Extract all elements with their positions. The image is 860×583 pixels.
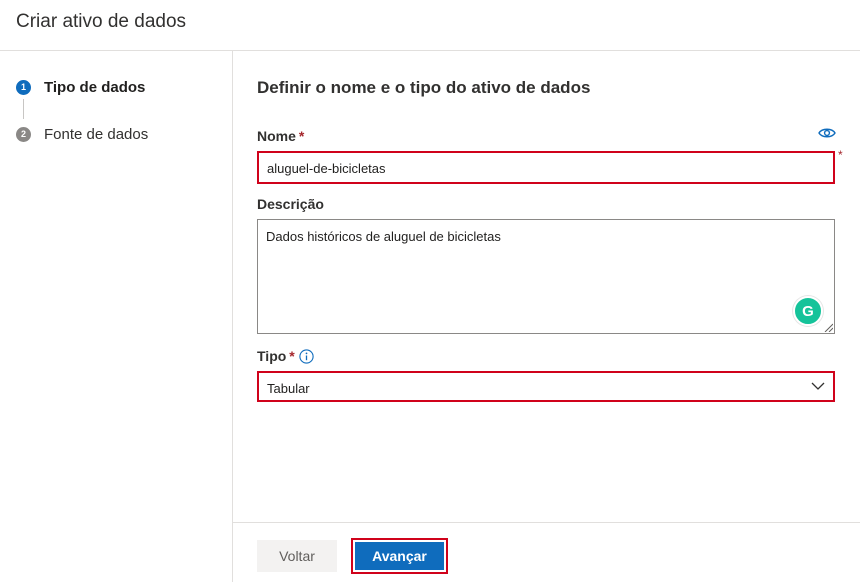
type-label-text: Tipo xyxy=(257,348,287,364)
next-button[interactable]: Avançar xyxy=(355,542,444,570)
next-button-highlight: Avançar xyxy=(351,538,448,574)
name-label-text: Nome xyxy=(257,128,296,144)
step-connector xyxy=(23,99,24,119)
name-input-value: aluguel-de-bicicletas xyxy=(267,161,386,176)
step-tipo-de-dados[interactable]: 1 Tipo de dados xyxy=(16,76,145,98)
step-fonte-de-dados[interactable]: 2 Fonte de dados xyxy=(16,123,148,145)
back-button[interactable]: Voltar xyxy=(257,540,337,572)
name-input[interactable]: aluguel-de-bicicletas xyxy=(257,151,835,184)
dialog-title: Criar ativo de dados xyxy=(16,11,187,32)
wizard-steps: 1 Tipo de dados 2 Fonte de dados xyxy=(0,51,233,582)
description-label: Descrição xyxy=(257,196,324,212)
required-mark: * xyxy=(838,148,843,162)
step-label: Tipo de dados xyxy=(44,78,146,96)
step-number-badge: 2 xyxy=(16,126,31,142)
dialog-header: Criar ativo de dados xyxy=(0,0,860,51)
resize-grip-icon[interactable] xyxy=(823,322,833,332)
name-label: Nome * xyxy=(257,128,304,144)
type-dropdown[interactable]: Tabular xyxy=(257,371,835,402)
step-label: Fonte de dados xyxy=(44,125,149,143)
section-heading: Definir o nome e o tipo do ativo de dado… xyxy=(257,78,591,97)
type-dropdown-value: Tabular xyxy=(267,381,310,396)
step-number-badge: 1 xyxy=(16,79,31,95)
grammarly-icon[interactable]: G xyxy=(793,296,823,326)
eye-icon[interactable] xyxy=(818,126,836,140)
type-label: Tipo * xyxy=(257,348,295,364)
info-icon[interactable] xyxy=(299,349,314,364)
description-value: Dados históricos de aluguel de bicicleta… xyxy=(266,229,501,244)
chevron-down-icon xyxy=(811,382,825,390)
required-mark: * xyxy=(289,348,295,364)
description-textarea[interactable]: Dados históricos de aluguel de bicicleta… xyxy=(257,219,835,334)
required-mark: * xyxy=(298,128,305,144)
